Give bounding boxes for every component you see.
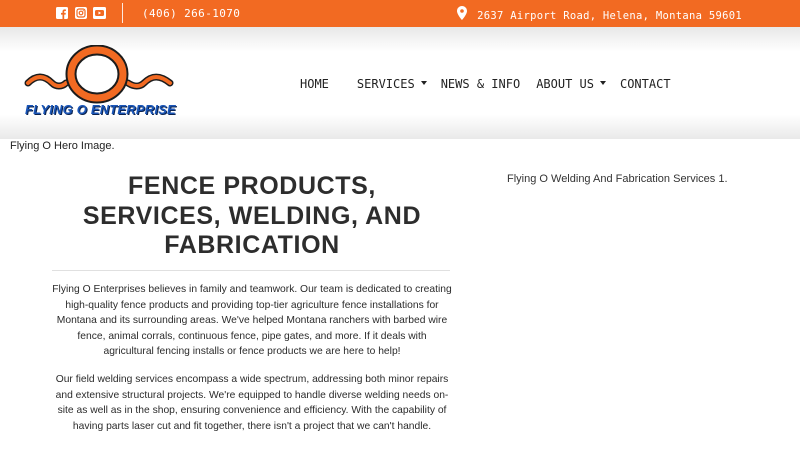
nav-home[interactable]: HOME [300, 77, 329, 91]
facebook-icon[interactable] [55, 6, 68, 19]
nav-news-info-label: NEWS & INFO [440, 77, 521, 91]
address-block: 2637 Airport Road, Helena, Montana 59601 [457, 6, 742, 25]
title-line-2: SERVICES, WELDING, AND [82, 201, 422, 230]
phone-number[interactable]: (406) 266-1070 [142, 7, 240, 20]
title-line-3: FABRICATION [164, 231, 340, 259]
nav-services[interactable]: SERVICES [357, 77, 427, 91]
nav-contact-label: CONTACT [619, 77, 671, 91]
nav-about-us[interactable]: ABOUT US [536, 77, 606, 91]
topbar-divider [122, 3, 123, 23]
chevron-down-icon[interactable] [599, 81, 606, 85]
logo-text: FLYING O ENTERPRISE [25, 102, 176, 117]
address-text[interactable]: 2637 Airport Road, Helena, Montana 59601 [477, 10, 742, 22]
instagram-icon[interactable] [74, 6, 87, 19]
title-divider [52, 270, 450, 271]
page-title: FENCE PRODUCTS, SERVICES, WELDING, AND F… [52, 172, 452, 261]
site-header: FLYING O ENTERPRISE HOME SERVICES NEWS &… [0, 27, 800, 139]
welding-paragraph: Our field welding services encompass a w… [55, 374, 449, 432]
map-pin-icon [457, 6, 468, 25]
hero-image: Flying O Hero Image. [10, 140, 115, 152]
welding-services-image: Flying O Welding And Fabrication Service… [507, 173, 728, 185]
chevron-down-icon[interactable] [420, 81, 427, 85]
title-line-1: FENCE PRODUCTS, [128, 172, 376, 200]
top-bar: (406) 266-1070 2637 Airport Road, Helena… [0, 0, 800, 27]
nav-home-label: HOME [300, 77, 329, 91]
nav-contact[interactable]: CONTACT [620, 77, 671, 91]
youtube-icon[interactable] [93, 6, 106, 19]
main-nav: HOME SERVICES NEWS & INFO ABOUT US CONTA… [300, 77, 671, 91]
nav-about-us-label: ABOUT US [536, 77, 594, 91]
social-links [55, 6, 106, 19]
nav-services-label: SERVICES [356, 77, 415, 91]
intro-paragraph: Flying O Enterprises believes in family … [52, 284, 452, 357]
nav-news-info[interactable]: NEWS & INFO [441, 77, 520, 91]
